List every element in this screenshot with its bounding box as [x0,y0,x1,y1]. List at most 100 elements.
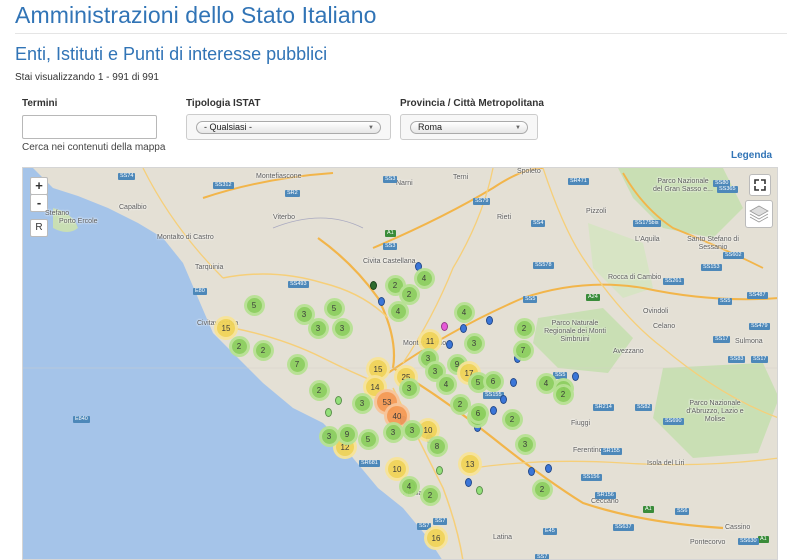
marker-cluster-c38[interactable]: 9 [336,423,358,445]
marker-cluster-count: 3 [404,422,420,438]
road-label-r34: SS637 [613,524,634,531]
marker-cluster-c32[interactable]: 2 [308,379,330,401]
map-marker-17[interactable] [545,464,552,473]
province-select[interactable]: Roma ▼ [400,114,538,140]
marker-cluster-c46[interactable]: 2 [419,484,441,506]
fullscreen-button[interactable] [749,174,771,196]
road-label-r5: SS79 [473,198,491,205]
marker-cluster-c50[interactable]: 6 [467,402,489,424]
marker-cluster-count: 3 [517,436,533,452]
road-label-r30: SR681 [359,460,380,467]
place-label-porto-ercole: Porto Ercole [59,218,98,225]
place-label-ferentino: Ferentino [573,447,603,454]
type-select[interactable]: - Qualsiasi - ▼ [186,114,391,140]
road-label-r29: SS690 [663,418,684,425]
marker-cluster-c53[interactable]: 3 [318,425,340,447]
reset-view-button[interactable]: R [30,219,48,237]
map-marker-6[interactable] [486,316,493,325]
marker-cluster-count: 4 [401,478,417,494]
marker-cluster-count: 2 [231,338,247,354]
province-label: Provincia / Città Metropolitana [400,98,544,109]
marker-cluster-c12[interactable]: 2 [252,339,274,361]
marker-cluster-c2[interactable]: 4 [413,267,435,289]
marker-cluster-c52[interactable]: 2 [552,383,574,405]
marker-cluster-c40[interactable]: 8 [426,435,448,457]
place-label-sulmona: Sulmona [735,338,763,345]
marker-cluster-count: 4 [538,375,554,391]
marker-cluster-c18[interactable]: 7 [286,353,308,375]
marker-cluster-c7[interactable]: 5 [323,297,345,319]
map-marker-18[interactable] [528,467,535,476]
marker-cluster-count: 7 [515,342,531,358]
terms-label: Termini [22,98,58,109]
legend-link[interactable]: Legenda [731,150,772,161]
place-label-tarquinia: Tarquinia [195,264,224,271]
marker-cluster-c25[interactable]: 7 [512,339,534,361]
place-label-cassino: Cassino [725,524,751,531]
map-marker-19[interactable] [572,372,579,381]
road-label-r4: SS3 [383,176,398,183]
map[interactable]: + - R Montefiascone Narni Terni Spoleto Parc… [22,167,778,560]
road-label-r43: SS82 [635,404,653,411]
map-marker-1[interactable] [370,281,377,290]
map-marker-12[interactable] [335,396,342,405]
marker-cluster-c55[interactable]: 3 [382,421,404,443]
road-label-r7: SR471 [568,178,589,185]
road-label-r36: E45 [543,528,557,535]
marker-cluster-count: 8 [429,438,445,454]
layers-button[interactable] [745,200,773,228]
place-label-laquila: L'Aquila [635,236,660,243]
marker-cluster-c6[interactable]: 3 [307,317,329,339]
place-label-civita-castellana: Civita Castellana [363,258,416,265]
marker-cluster-c4[interactable]: 5 [243,294,265,316]
province-select-text: Roma [418,122,443,132]
marker-cluster-c27[interactable]: 4 [435,373,457,395]
marker-cluster-count: 9 [339,426,355,442]
map-marker-5[interactable] [446,340,453,349]
road-label-r28: SR214 [593,404,614,411]
marker-cluster-c31[interactable]: 6 [482,370,504,392]
map-marker-9[interactable] [500,395,507,404]
marker-cluster-c45[interactable]: 4 [398,475,420,497]
map-marker-14[interactable] [436,466,443,475]
marker-cluster-c41[interactable]: 3 [401,419,423,441]
map-marker-8[interactable] [510,378,517,387]
marker-cluster-c36[interactable]: 3 [351,392,373,414]
marker-cluster-c26[interactable]: 3 [398,377,420,399]
zoom-in-button[interactable]: + [30,177,48,195]
marker-cluster-count: 13 [461,455,479,473]
marker-cluster-count: 3 [401,380,417,396]
marker-cluster-c16[interactable]: 3 [463,332,485,354]
map-marker-11[interactable] [325,408,332,417]
type-select-value[interactable]: - Qualsiasi - ▼ [196,121,381,134]
map-marker-2[interactable] [378,297,385,306]
marker-cluster-c49[interactable]: 16 [424,526,448,550]
terms-input[interactable] [22,115,157,139]
marker-cluster-c43[interactable]: 13 [458,452,482,476]
marker-cluster-c47[interactable]: 2 [531,478,553,500]
marker-cluster-c17[interactable]: 2 [513,317,535,339]
place-label-rocca: Rocca di Cambio [608,274,662,281]
type-label: Tipologia ISTAT [186,98,261,109]
marker-cluster-c15[interactable]: 4 [453,301,475,323]
marker-cluster-count: 2 [422,487,438,503]
marker-cluster-c54[interactable]: 2 [501,408,523,430]
place-label-santo-stefano: Santo Stefano di Sessanio [687,236,739,251]
place-label-parco-abruzzo: Parco Nazionale d'Abruzzo, Lazio e Molis… [686,400,744,423]
map-marker-10[interactable] [490,406,497,415]
map-marker-22[interactable] [460,324,467,333]
map-marker-15[interactable] [465,478,472,487]
road-label-r9: SS365 [717,186,738,193]
map-marker-4[interactable] [441,322,448,331]
marker-cluster-c8[interactable]: 4 [387,300,409,322]
marker-cluster-count: 3 [296,306,312,322]
marker-cluster-c48[interactable]: 3 [514,433,536,455]
province-select-value[interactable]: Roma ▼ [410,121,528,134]
marker-cluster-c42[interactable]: 5 [357,428,379,450]
marker-cluster-c9[interactable]: 3 [331,317,353,339]
map-marker-23[interactable] [476,486,483,495]
marker-cluster-count: 5 [326,300,342,316]
marker-cluster-c11[interactable]: 2 [228,335,250,357]
place-label-capalbio: Capalbio [119,204,147,211]
marker-cluster-count: 4 [416,270,432,286]
